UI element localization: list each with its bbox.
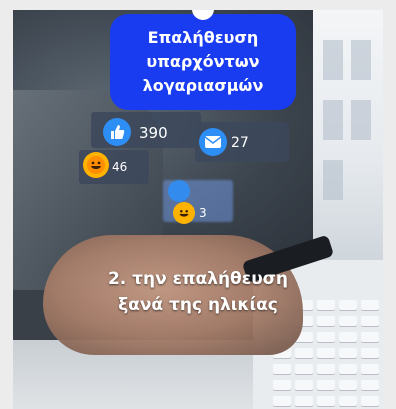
window-background bbox=[313, 10, 383, 260]
title-line-3: λογαριασμών bbox=[142, 76, 264, 95]
title-line-2: υπαρχόντων bbox=[146, 52, 260, 71]
laughs-count: 46 bbox=[112, 160, 128, 174]
small-laugh-emoji-icon bbox=[173, 202, 195, 224]
laugh-emoji-icon bbox=[83, 152, 109, 178]
messages-count: 27 bbox=[231, 135, 249, 151]
bubble-notch bbox=[192, 10, 214, 20]
caption-line-1: 2. την επαλήθευση bbox=[107, 269, 289, 289]
title-line-1: Επαλήθευση bbox=[147, 28, 259, 47]
likes-count: 390 bbox=[139, 124, 168, 142]
title-bubble: Επαλήθευση υπαρχόντων λογαριασμών bbox=[110, 10, 296, 110]
small-laughs-count: 3 bbox=[199, 206, 207, 220]
video-frame: Επαλήθευση υπαρχόντων λογαριασμών 390 27… bbox=[13, 10, 383, 409]
blurred-like-icon bbox=[168, 180, 190, 202]
like-icon bbox=[103, 118, 131, 146]
caption-line-2: ξανά της ηλικίας bbox=[118, 295, 278, 315]
caption: 2. την επαλήθευση ξανά της ηλικίας bbox=[73, 266, 323, 318]
mail-icon bbox=[199, 128, 227, 156]
